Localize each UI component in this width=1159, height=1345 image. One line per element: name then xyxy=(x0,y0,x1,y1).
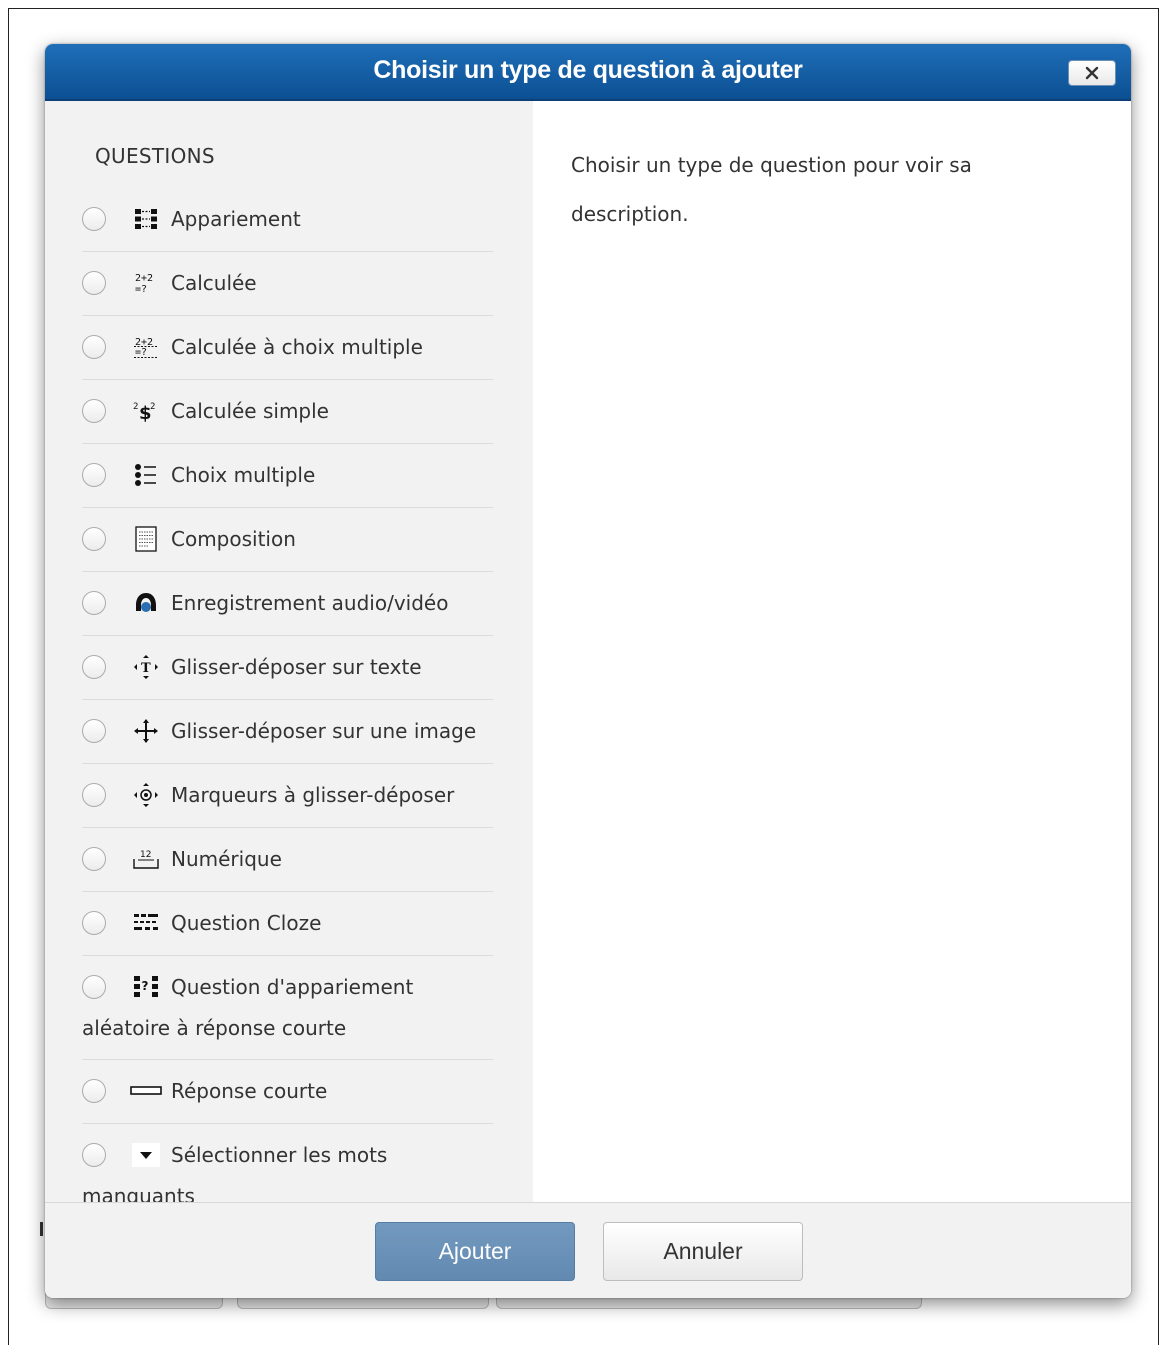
radio-button[interactable] xyxy=(82,911,106,935)
question-type-option[interactable]: 2+2 =? Calculée à choix multiple xyxy=(82,316,493,380)
question-type-option[interactable]: Marqueurs à glisser-déposer xyxy=(82,764,493,828)
dialog-title: Choisir un type de question à ajouter xyxy=(373,56,803,84)
essay-icon xyxy=(130,524,162,554)
question-types-pane: QUESTIONS Appariement 2+2 =? Calculée 2+… xyxy=(45,101,533,1202)
svg-text:=?: =? xyxy=(135,284,147,295)
question-type-label: Sélectionner les mots xyxy=(171,1143,388,1167)
matching-icon xyxy=(130,204,162,234)
radio-button[interactable] xyxy=(82,975,106,999)
svg-text:2+2: 2+2 xyxy=(135,273,153,284)
radio-button[interactable] xyxy=(82,399,106,423)
svg-text:12: 12 xyxy=(140,850,151,860)
radio-button[interactable] xyxy=(82,1143,106,1167)
question-type-option[interactable]: 2 $ 2 Calculée simple xyxy=(82,380,493,444)
question-type-chooser-dialog: Choisir un type de question à ajouter QU… xyxy=(45,44,1131,1298)
question-type-label: Calculée simple xyxy=(171,399,329,423)
question-type-description: Choisir un type de question pour voir sa… xyxy=(571,153,972,226)
question-type-label: Numérique xyxy=(171,847,282,871)
drag-drop-text-icon: T xyxy=(130,652,162,682)
audio-video-icon xyxy=(130,588,162,618)
question-type-option[interactable]: Enregistrement audio/vidéo xyxy=(82,572,493,636)
question-type-label: Question d'appariement xyxy=(171,975,414,999)
question-type-option[interactable]: Appariement xyxy=(82,188,493,252)
question-type-option[interactable]: Glisser-déposer sur une image xyxy=(82,700,493,764)
question-type-label: Glisser-déposer sur texte xyxy=(171,655,422,679)
question-type-option[interactable]: 2+2 =? Calculée xyxy=(82,252,493,316)
question-type-label: Appariement xyxy=(171,207,301,231)
description-pane: Choisir un type de question pour voir sa… xyxy=(533,101,1131,1202)
random-short-answer-matching-icon: ? xyxy=(130,972,162,1002)
radio-button[interactable] xyxy=(82,207,106,231)
question-type-label: Composition xyxy=(171,527,296,551)
question-type-label-continued: aléatoire à réponse courte xyxy=(82,1016,347,1040)
question-type-label: Glisser-déposer sur une image xyxy=(171,719,477,743)
radio-button[interactable] xyxy=(82,1079,106,1103)
cancel-button[interactable]: Annuler xyxy=(603,1222,803,1281)
radio-button[interactable] xyxy=(82,719,106,743)
page-border-top xyxy=(8,8,1159,9)
question-type-option[interactable]: Choix multiple xyxy=(82,444,493,508)
question-type-label: Choix multiple xyxy=(171,463,316,487)
question-type-label: Question Cloze xyxy=(171,911,322,935)
question-type-option[interactable]: 12 Numérique xyxy=(82,828,493,892)
numerical-icon: 12 xyxy=(130,844,162,874)
dialog-header: Choisir un type de question à ajouter xyxy=(45,44,1131,101)
close-button[interactable] xyxy=(1068,60,1116,86)
question-type-label: Réponse courte xyxy=(171,1079,328,1103)
drag-drop-image-icon xyxy=(130,716,162,746)
dialog-footer: Ajouter Annuler xyxy=(45,1202,1131,1298)
section-title: QUESTIONS xyxy=(95,144,215,168)
drag-drop-markers-icon xyxy=(130,780,162,810)
question-type-label: Enregistrement audio/vidéo xyxy=(171,591,449,615)
question-type-label: Marqueurs à glisser-déposer xyxy=(171,783,455,807)
radio-button[interactable] xyxy=(82,783,106,807)
calculated-icon: 2+2 =? xyxy=(130,268,162,298)
radio-button[interactable] xyxy=(82,847,106,871)
radio-button[interactable] xyxy=(82,335,106,359)
question-type-option[interactable]: Question Cloze xyxy=(82,892,493,956)
close-x-icon xyxy=(1085,66,1099,80)
radio-button[interactable] xyxy=(82,591,106,615)
question-type-label: Calculée à choix multiple xyxy=(171,335,423,359)
svg-text:2: 2 xyxy=(150,402,155,412)
radio-button[interactable] xyxy=(82,463,106,487)
question-type-list: Appariement 2+2 =? Calculée 2+2 =? Calcu… xyxy=(82,188,493,1202)
calculated-simple-icon: 2 $ 2 xyxy=(130,396,162,426)
question-type-option[interactable]: Sélectionner les mots manquants xyxy=(82,1124,493,1202)
multichoice-icon xyxy=(130,460,162,490)
radio-button[interactable] xyxy=(82,271,106,295)
select-missing-words-icon xyxy=(130,1140,162,1170)
svg-text:2: 2 xyxy=(133,402,138,412)
svg-text:T: T xyxy=(141,661,151,676)
background-page-fragment xyxy=(40,1222,43,1236)
add-button[interactable]: Ajouter xyxy=(375,1222,575,1281)
cloze-icon xyxy=(130,908,162,938)
radio-button[interactable] xyxy=(82,655,106,679)
question-type-option[interactable]: T Glisser-déposer sur texte xyxy=(82,636,493,700)
radio-button[interactable] xyxy=(82,527,106,551)
svg-text:?: ? xyxy=(142,979,149,993)
svg-text:=?: =? xyxy=(135,347,147,358)
calculated-multichoice-icon: 2+2 =? xyxy=(130,332,162,362)
question-type-label-continued: manquants xyxy=(82,1184,195,1202)
question-type-label: Calculée xyxy=(171,271,257,295)
short-answer-icon xyxy=(130,1076,162,1106)
question-type-option[interactable]: Réponse courte xyxy=(82,1060,493,1124)
question-type-option[interactable]: Composition xyxy=(82,508,493,572)
page-border-left xyxy=(8,8,9,1345)
question-type-option[interactable]: ? Question d'appariement aléatoire à rép… xyxy=(82,956,493,1060)
